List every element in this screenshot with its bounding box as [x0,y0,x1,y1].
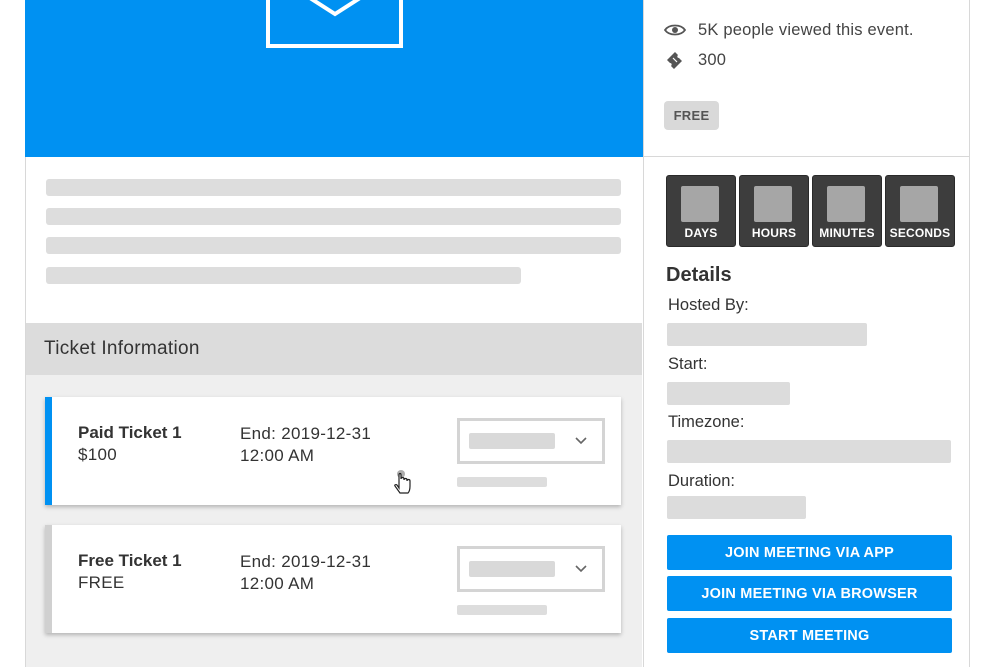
description-skeleton-line [46,179,621,196]
countdown-label: HOURS [751,226,797,240]
ticket-end-date: End: 2019-12-31 12:00 AM [240,423,371,467]
ticket-quantity-select[interactable] [457,418,605,464]
price-badge: FREE [664,101,719,130]
countdown-label: DAYS [684,226,718,240]
ticket-quantity-select[interactable] [457,546,605,592]
ticket-card: Free Ticket 1 FREE End: 2019-12-31 12:00… [45,525,621,633]
tickets-count: 300 [698,50,727,69]
tickets-row: 300 [664,50,726,70]
countdown-hours: HOURS [739,175,809,247]
ticket-icon [664,50,686,70]
countdown-days: DAYS [666,175,736,247]
details-title: Details [666,264,732,286]
start-label: Start: [668,355,708,373]
hand-pointer-icon [394,470,411,494]
ticket-name: Paid Ticket 1 [78,423,182,442]
views-row: 5K people viewed this event. [664,20,914,40]
event-hero-banner [25,0,643,157]
ticket-note-skeleton [457,605,547,615]
start-value-skeleton [667,382,790,405]
description-skeleton-line [46,208,621,225]
description-skeleton-line [46,237,621,254]
countdown-value-placeholder [900,186,938,222]
event-info-panel: 5K people viewed this event. 300 FREE [643,0,970,157]
ticket-card: Paid Ticket 1 $100 End: 2019-12-31 12:00… [45,397,621,505]
countdown-label: SECONDS [889,226,951,240]
chevron-down-icon [575,565,587,573]
chevron-down-icon [575,437,587,445]
ticket-end-date-line: End: 2019-12-31 [240,552,372,571]
ticket-name: Free Ticket 1 [78,551,182,570]
duration-value-skeleton [667,496,806,519]
select-placeholder [469,561,555,577]
countdown-label: MINUTES [819,226,875,240]
countdown-value-placeholder [827,186,865,222]
countdown-timer: DAYS HOURS MINUTES SECONDS [666,175,955,247]
ticket-end-time-line: 12:00 AM [240,574,315,593]
countdown-minutes: MINUTES [812,175,882,247]
image-placeholder-icon [266,0,403,48]
views-text: 5K people viewed this event. [698,20,914,39]
ticket-section-title: Ticket Information [44,338,200,359]
hosted-by-label: Hosted By: [668,296,749,314]
eye-icon [664,20,686,40]
countdown-value-placeholder [681,186,719,222]
start-meeting-button[interactable]: START MEETING [667,618,952,653]
ticket-section-header: Ticket Information [26,323,642,375]
description-skeleton-line [46,267,521,284]
ticket-end-date-line: End: 2019-12-31 [240,424,372,443]
countdown-value-placeholder [754,186,792,222]
ticket-note-skeleton [457,477,547,487]
duration-label: Duration: [668,472,735,490]
timezone-label: Timezone: [668,413,745,431]
select-placeholder [469,433,555,449]
join-via-browser-button[interactable]: JOIN MEETING VIA BROWSER [667,576,952,611]
join-via-app-button[interactable]: JOIN MEETING VIA APP [667,535,952,570]
timezone-value-skeleton [667,440,951,463]
hosted-by-value-skeleton [667,323,867,346]
ticket-end-time-line: 12:00 AM [240,446,315,465]
ticket-price: $100 [78,445,118,464]
ticket-end-date: End: 2019-12-31 12:00 AM [240,551,371,595]
countdown-seconds: SECONDS [885,175,955,247]
ticket-price: FREE [78,573,125,592]
